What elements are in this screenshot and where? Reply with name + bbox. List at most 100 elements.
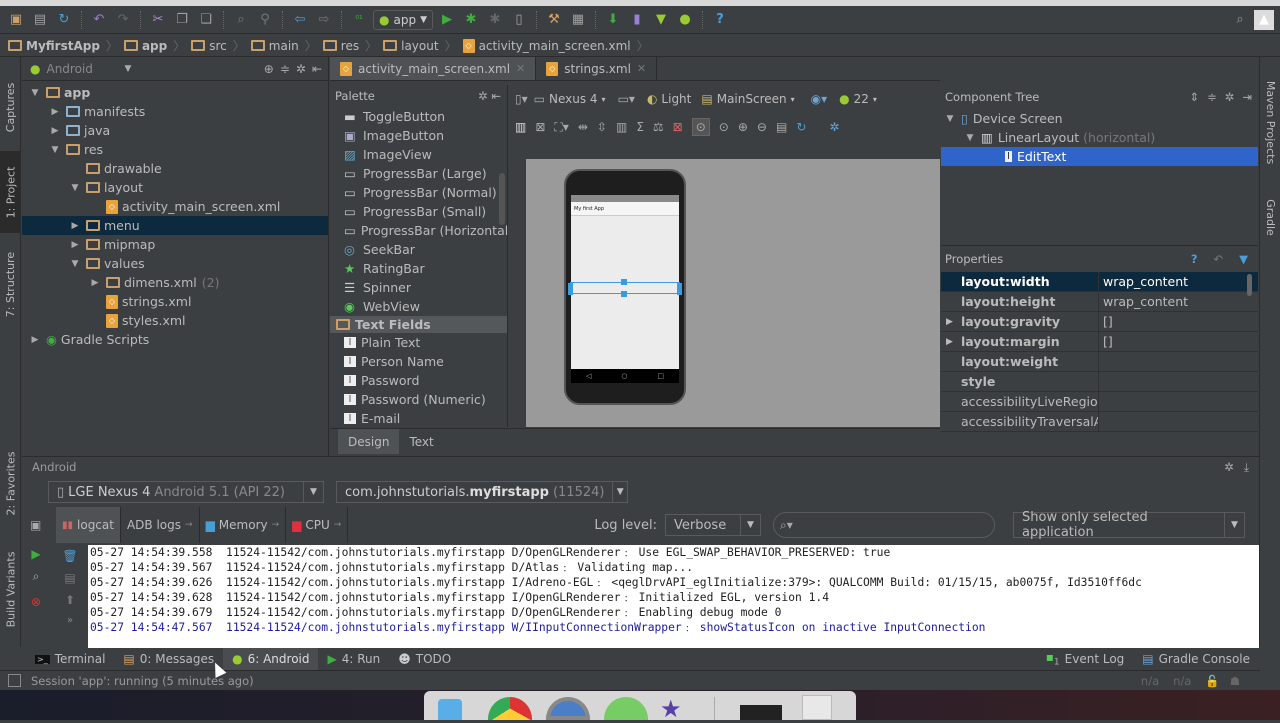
palette-item[interactable]: ▣ ImageButton [330,126,507,145]
distribute-h-icon[interactable]: ⇹ [578,120,588,134]
project-tree-item[interactable]: ▶ java [22,121,328,140]
palette-item[interactable]: ◉ WebView [330,297,507,316]
palette-item[interactable]: I E-mail [330,409,507,428]
log-filter-select[interactable]: Show only selected application ▼ [1013,510,1245,540]
screenshot-icon[interactable]: ▤ [776,120,787,134]
sdk-manager-icon[interactable]: ▦ [568,10,588,30]
tool-tab-android[interactable]: ● 6: Android [223,648,319,670]
tool-tab-gradle-console[interactable]: ▤ Gradle Console [1133,648,1259,670]
forward-icon[interactable]: ⇨ [314,10,334,30]
collapse-arrow-icon[interactable]: ▶ [88,278,102,288]
restore-default-icon[interactable]: ↶ [1214,252,1224,266]
cut-icon[interactable]: ✂ [148,10,168,30]
editor-tab-activity-main[interactable]: ◇ activity_main_screen.xml ✕ [330,57,537,80]
theme-selector[interactable]: ◐ Light [647,92,691,106]
android-studio-icon[interactable] [604,697,648,720]
tool-tab-project[interactable]: 1: Project [0,151,21,233]
chevron-down-icon[interactable]: ▼ [124,64,131,74]
project-tree-item[interactable]: ▶ ◉ Gradle Scripts [22,330,328,349]
palette-item[interactable]: I Person Name [330,352,507,371]
trash-icon[interactable]: 🗑 [52,549,88,571]
api-selector[interactable]: ● 22 ▾ [839,92,877,106]
project-tree-item[interactable]: ▶ dimens.xml (2) [22,273,328,292]
collapse-arrow-icon[interactable]: ▶ [48,107,62,117]
tab-cpu[interactable]: ▆ CPU → [286,507,349,543]
project-structure-icon[interactable]: ⚒ [544,10,564,30]
project-view-selector[interactable]: Android [46,62,118,76]
expand-arrow-icon[interactable]: ▼ [68,183,82,193]
zoom-in-icon[interactable]: ⊕ [738,120,748,134]
layout-width-icon[interactable]: ▥ [515,120,526,134]
search-everywhere-icon[interactable]: ⌕ [1230,10,1250,30]
copy-icon[interactable]: ❐ [172,10,192,30]
rerun-icon[interactable]: ▶ [22,547,50,569]
expand-arrow-icon[interactable]: ▼ [963,133,977,143]
property-row[interactable]: style [941,372,1258,392]
property-value[interactable]: [] [1099,332,1113,351]
android-sync-icon[interactable]: ⬇ [603,10,623,30]
property-row[interactable]: ▶ layout:gravity [] [941,312,1258,332]
save-icon[interactable]: ▤ [30,10,50,30]
process-select[interactable]: com.johnstutorials. myfirstapp (11524) ▼ [336,481,628,503]
resize-handle[interactable] [677,283,682,295]
attach-debugger-icon[interactable]: ✱ [485,10,505,30]
hide-panel-icon[interactable]: ⇤ [491,89,501,103]
avd-manager-icon[interactable]: ▮ [627,10,647,30]
tool-tab-terminal[interactable]: >_ Terminal [26,648,114,670]
android-monitor-icon[interactable]: ● [675,10,695,30]
scroll-from-source-icon[interactable]: ⊕ [264,62,274,76]
tool-tab-captures[interactable]: Captures [0,67,21,147]
zoom-out-icon[interactable]: ⊖ [757,120,767,134]
tab-logcat[interactable]: ▮▮ logcat [56,507,121,543]
device-selector[interactable]: ▭ Nexus 4 ▾ [534,92,606,106]
expand-arrow-icon[interactable]: ▼ [28,88,42,98]
orientation-icon[interactable]: ▭▾ [618,92,635,106]
property-row[interactable]: layout:height wrap_content [941,292,1258,312]
property-value[interactable] [1099,412,1103,431]
breadcrumb-item[interactable]: app [123,39,167,53]
properties-scrollbar[interactable] [1247,274,1252,296]
tool-tab-build-variants[interactable]: Build Variants [0,542,21,637]
project-tree-item[interactable]: ▶ menu [22,216,328,235]
project-tree-item[interactable]: ▼ app [22,83,328,102]
breadcrumb-item[interactable]: layout [383,39,439,53]
expand-arrow-icon[interactable]: ▶ [946,317,953,327]
property-row[interactable]: layout:weight [941,352,1258,372]
desktop-folder-icon[interactable] [740,705,782,720]
expand-arrow-icon[interactable]: ▼ [48,145,62,155]
android-device-monitor-icon[interactable]: ▯ [509,10,529,30]
replace-icon[interactable]: ⚲ [255,10,275,30]
lock-icon[interactable]: 🔓 [1205,674,1219,688]
property-value[interactable] [1099,352,1103,371]
debug-icon[interactable]: ✱ [461,10,481,30]
property-value[interactable]: wrap_content [1099,272,1188,291]
property-value[interactable] [1099,372,1103,391]
make-project-icon[interactable]: ⁰¹ [349,10,369,30]
project-tree-item[interactable]: ◇ styles.xml [22,311,328,330]
editor-tab-strings[interactable]: ◇ strings.xml ✕ [536,57,658,80]
breadcrumb-item[interactable]: main [250,39,299,53]
gear-icon[interactable]: ✲ [1225,90,1235,104]
safari-icon[interactable] [546,697,590,720]
property-row[interactable]: layout:width wrap_content [941,272,1258,292]
distribute-weights-icon[interactable]: ⚖ [653,120,664,134]
open-icon[interactable]: ▣ [6,10,26,30]
chrome-icon[interactable] [488,697,532,720]
locale-icon[interactable]: ◉▾ [811,92,828,106]
palette-category-text-fields[interactable]: Text Fields [330,316,507,333]
project-tree-item[interactable]: ▶ mipmap [22,235,328,254]
collapse-arrow-icon[interactable]: ▶ [48,126,62,136]
device-preview-icon[interactable]: ▯▾ [515,92,528,106]
log-search-field[interactable] [796,517,994,533]
tool-tab-run[interactable]: ▶ 4: Run [318,648,389,670]
hide-panel-icon[interactable]: ⇤ [312,62,322,76]
property-value[interactable] [1099,392,1103,411]
toggle-tool-windows-icon[interactable] [8,674,21,687]
chevron-down-icon[interactable]: ▼ [303,482,323,502]
device-screen[interactable]: My first App [568,195,682,369]
hide-panel-icon[interactable]: ⇥ [1242,90,1252,104]
palette-item[interactable]: ▭ ProgressBar (Small) [330,202,507,221]
up-arrow-icon[interactable]: ⬆ [52,593,88,615]
tool-tab-favorites[interactable]: 2: Favorites [0,442,21,524]
close-icon[interactable]: ✕ [516,62,525,75]
